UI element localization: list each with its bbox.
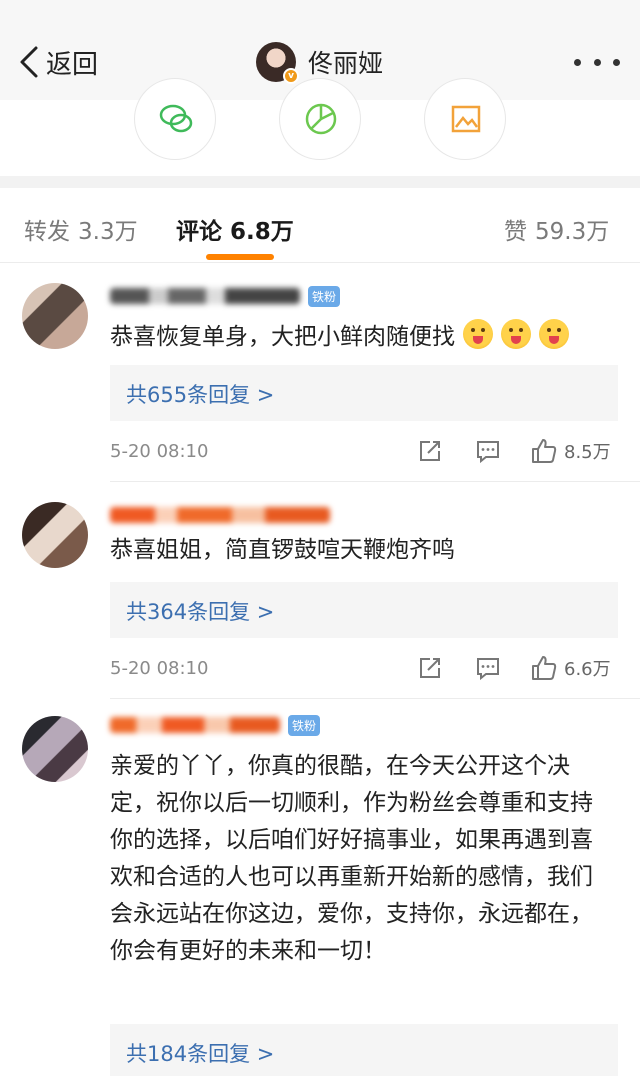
comment-meta: 5-20 08:10 8.5万 (110, 437, 620, 467)
blurred-username (110, 717, 280, 733)
moments-icon (305, 103, 337, 135)
username-blurred[interactable]: 铁粉 (110, 283, 341, 309)
repost-icon[interactable] (416, 654, 444, 682)
tongue-emoji-icon (501, 319, 531, 349)
reply-summary[interactable]: 共184条回复 > (110, 1024, 618, 1076)
reply-count-link[interactable]: 共364条回复 > (126, 596, 274, 626)
verified-badge: v (283, 68, 299, 84)
reply-summary[interactable]: 共364条回复 > (110, 582, 618, 638)
page-title: 佟丽娅 (308, 49, 384, 78)
username-blurred[interactable] (110, 502, 330, 528)
tab-likes[interactable]: 赞 59.3万 (504, 212, 609, 246)
chevron-left-icon (20, 46, 38, 78)
back-label: 返回 (46, 49, 99, 80)
save-image-button[interactable] (424, 78, 506, 160)
comment-text: 恭喜姐姐，简直锣鼓喧天鞭炮齐鸣 (110, 532, 610, 569)
comment-text: 亲爱的丫丫，你真的很酷，在今天公开这个决定，祝你以后一切顺利，作为粉丝会尊重和支… (110, 748, 610, 970)
like-button[interactable]: 8.5万 (530, 437, 611, 465)
tab-repost[interactable]: 转发 3.3万 (24, 212, 138, 246)
like-button[interactable]: 6.6万 (530, 654, 611, 682)
tab-comments-count: 6.8万 (230, 219, 294, 245)
section-divider (0, 176, 640, 188)
share-wechat-button[interactable] (134, 78, 216, 160)
fan-badge: 铁粉 (288, 714, 321, 736)
tab-likes-count: 59.3万 (535, 219, 610, 245)
reply-icon[interactable] (474, 437, 502, 465)
avatar[interactable] (22, 502, 88, 568)
back-button[interactable]: 返回 (18, 42, 98, 82)
comment-timestamp: 5-20 08:10 (110, 441, 209, 462)
avatar[interactable] (22, 283, 88, 349)
wechat-icon (159, 104, 193, 133)
avatar[interactable]: v (256, 42, 299, 84)
like-count: 6.6万 (564, 659, 611, 680)
comment-divider (110, 698, 640, 699)
tabs-divider (0, 262, 640, 263)
tab-repost-label: 转发 (24, 219, 70, 245)
username-blurred[interactable]: 铁粉 (110, 712, 321, 738)
tongue-emoji-icon (539, 319, 569, 349)
reply-count-link[interactable]: 共184条回复 > (126, 1038, 274, 1068)
interaction-tabs: 转发 3.3万 评论 6.8万 赞 59.3万 (0, 188, 640, 262)
like-count: 8.5万 (564, 442, 611, 463)
avatar[interactable] (22, 716, 88, 782)
tab-comments-label: 评论 (176, 219, 222, 245)
comment-text: 恭喜恢复单身，大把小鲜肉随便找 (110, 319, 610, 356)
comment-meta: 5-20 08:10 6.6万 (110, 654, 620, 684)
blurred-username (110, 288, 300, 304)
tab-comments[interactable]: 评论 6.8万 (176, 212, 294, 246)
comment-body: 恭喜姐姐，简直锣鼓喧天鞭炮齐鸣 (110, 537, 455, 563)
tab-repost-count: 3.3万 (78, 219, 138, 245)
tab-likes-label: 赞 (504, 219, 527, 245)
thumbs-up-icon (532, 439, 557, 463)
share-strip (0, 78, 640, 176)
thumbs-up-icon (532, 656, 557, 680)
tongue-emoji-icon (463, 319, 493, 349)
reply-count-link[interactable]: 共655条回复 > (126, 379, 274, 409)
more-options-icon[interactable] (574, 56, 620, 68)
blurred-username (110, 507, 330, 523)
dot (574, 58, 581, 66)
active-tab-indicator (206, 254, 274, 260)
dot (593, 58, 601, 66)
save-image-icon (451, 105, 481, 133)
comment-timestamp: 5-20 08:10 (110, 658, 209, 679)
weibo-comment-page: 返回 v 佟丽娅 转发 3.3万 评论 6.8万 赞 59.3万 铁粉 恭喜恢复… (0, 0, 640, 1076)
share-moments-button[interactable] (279, 78, 361, 160)
comment-body: 亲爱的丫丫，你真的很酷，在今天公开这个决定，祝你以后一切顺利，作为粉丝会尊重和支… (110, 753, 593, 964)
comment-body: 恭喜恢复单身，大把小鲜肉随便找 (110, 324, 455, 350)
repost-icon[interactable] (416, 437, 444, 465)
reply-icon[interactable] (474, 654, 502, 682)
fan-badge: 铁粉 (308, 285, 341, 307)
dot (613, 58, 620, 66)
reply-summary[interactable]: 共655条回复 > (110, 365, 618, 421)
comment-divider (110, 481, 640, 482)
